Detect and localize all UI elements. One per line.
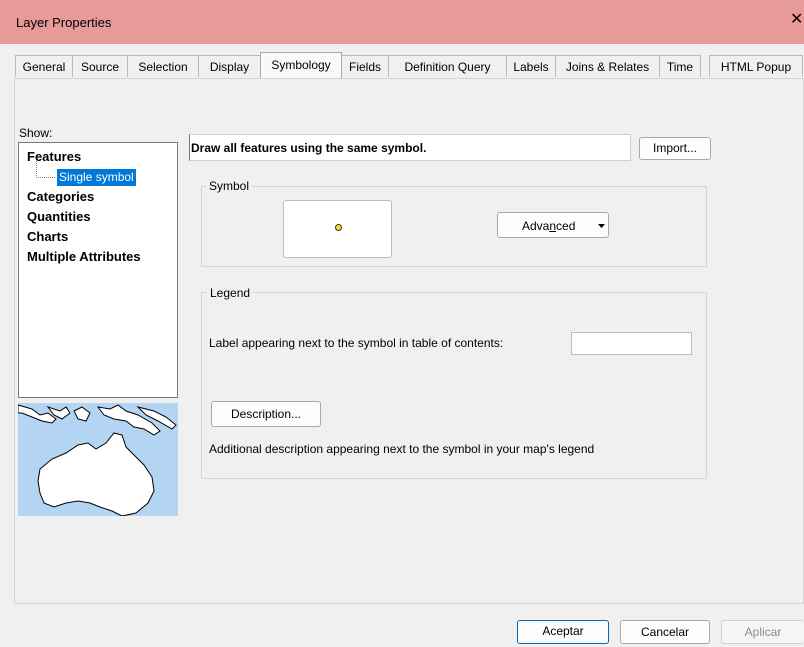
- tab-symbology[interactable]: Symbology: [260, 52, 342, 78]
- advanced-button-label: Advanced: [522, 219, 576, 233]
- label-prompt: Label appearing next to the symbol in ta…: [209, 336, 504, 350]
- tree-connector: [36, 161, 37, 178]
- cancel-button[interactable]: Cancelar: [620, 620, 710, 644]
- tree-item-multiple-attributes[interactable]: Multiple Attributes: [27, 249, 141, 264]
- chevron-down-icon: [598, 224, 605, 228]
- tab-general[interactable]: General: [15, 55, 73, 77]
- tab-html-popup[interactable]: HTML Popup: [709, 55, 803, 77]
- window-title: Layer Properties: [16, 15, 112, 30]
- ok-button[interactable]: Aceptar: [517, 620, 609, 644]
- tab-joins-relates[interactable]: Joins & Relates: [555, 55, 660, 77]
- close-icon[interactable]: ✕: [790, 12, 803, 28]
- import-button[interactable]: Import...: [639, 137, 711, 160]
- legend-label-input[interactable]: [571, 332, 692, 355]
- tree-connector: [36, 177, 55, 178]
- tree-item-single-symbol[interactable]: Single symbol: [57, 169, 136, 186]
- legend-group-label: Legend: [207, 286, 254, 300]
- tab-strip: General Source Selection Display Symbolo…: [14, 52, 804, 79]
- tab-labels[interactable]: Labels: [506, 55, 556, 77]
- tab-display[interactable]: Display: [198, 55, 261, 77]
- renderer-heading: Draw all features using the same symbol.: [189, 134, 631, 161]
- show-tree[interactable]: Features Single symbol Categories Quanti…: [18, 142, 178, 398]
- tab-definition-query[interactable]: Definition Query: [388, 55, 507, 77]
- tab-source[interactable]: Source: [72, 55, 128, 77]
- symbology-preview-map: [18, 403, 178, 516]
- tab-selection[interactable]: Selection: [127, 55, 199, 77]
- apply-button[interactable]: Aplicar: [721, 620, 804, 644]
- description-hint: Additional description appearing next to…: [209, 442, 595, 456]
- tab-fields[interactable]: Fields: [341, 55, 389, 77]
- tree-item-charts[interactable]: Charts: [27, 229, 68, 244]
- advanced-button[interactable]: Advanced: [497, 212, 609, 238]
- description-button[interactable]: Description...: [211, 401, 321, 427]
- tab-time[interactable]: Time: [659, 55, 701, 77]
- tree-item-categories[interactable]: Categories: [27, 189, 94, 204]
- point-symbol: [335, 224, 342, 231]
- symbol-group-label: Symbol: [206, 179, 253, 193]
- map-preview-image: [18, 404, 177, 516]
- show-label: Show:: [19, 126, 53, 140]
- tree-item-quantities[interactable]: Quantities: [27, 209, 91, 224]
- title-bar: Layer Properties ✕: [0, 0, 804, 44]
- symbol-group: [201, 186, 707, 267]
